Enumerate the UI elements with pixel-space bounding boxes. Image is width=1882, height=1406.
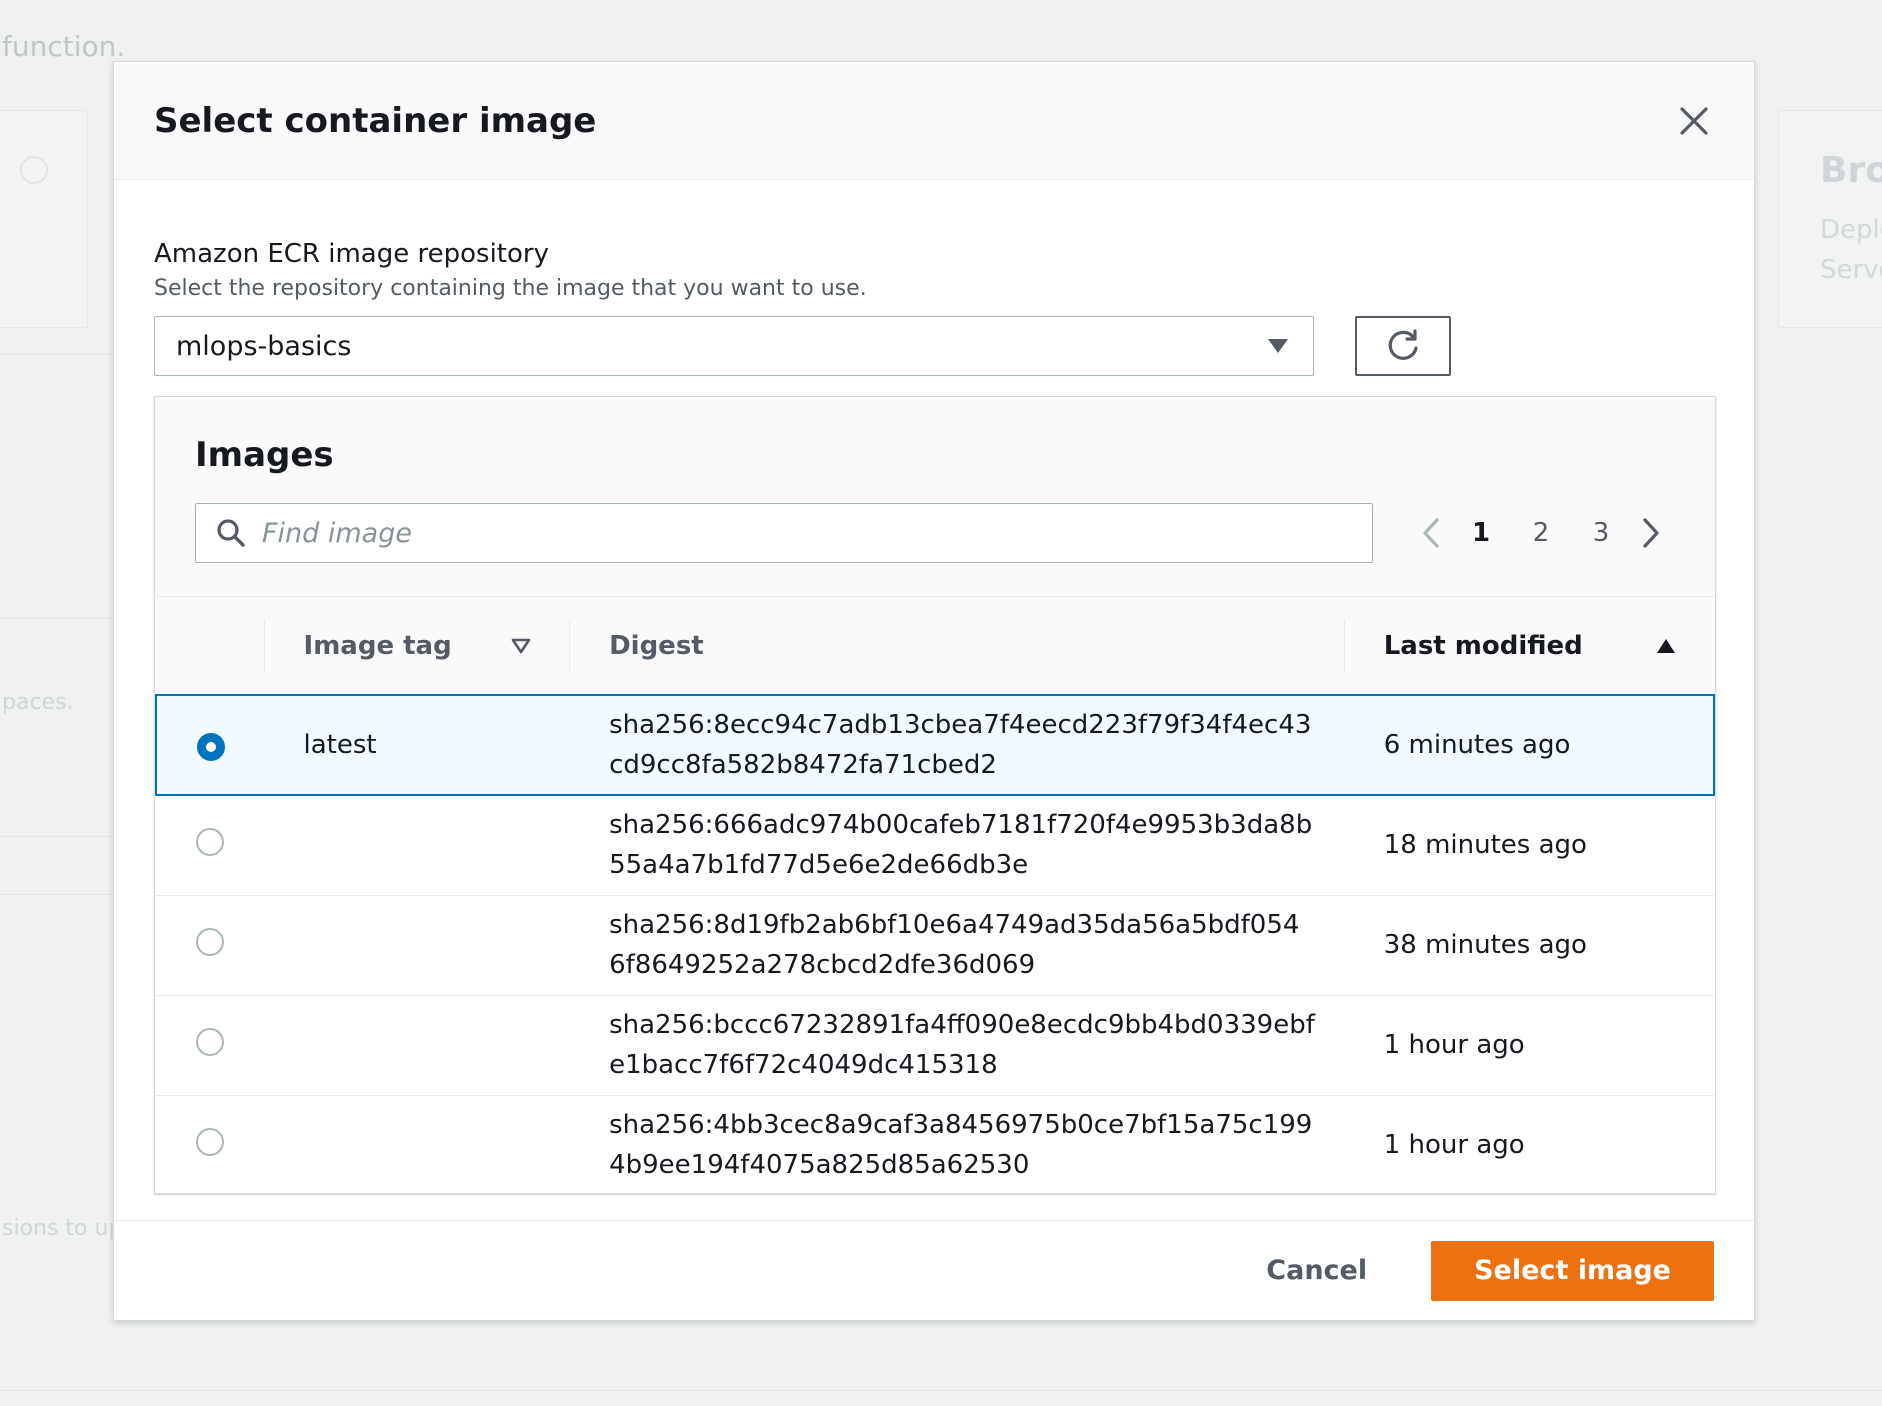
digest-header-label: Digest (609, 630, 704, 661)
background-radio (20, 156, 48, 184)
background-divider (0, 354, 113, 355)
last-modified-cell: 6 minutes ago (1343, 694, 1716, 796)
images-table: Image tag Digest Last modified latest sh… (155, 597, 1716, 1195)
background-text: paces. (2, 690, 74, 715)
refresh-button[interactable] (1355, 316, 1451, 376)
row-radio[interactable] (196, 927, 224, 956)
cancel-button[interactable]: Cancel (1266, 1255, 1367, 1286)
digest-line: sha256:8ecc94c7adb13cbea7f4eecd223f79f34… (609, 710, 1312, 740)
background-divider (0, 836, 113, 837)
caret-down-icon (1268, 339, 1288, 353)
find-image-input[interactable] (262, 517, 1362, 549)
close-button[interactable] (1672, 99, 1716, 143)
digest-line: 55a4a7b1fd77d5e6e2de66db3e (609, 850, 1029, 881)
background-card-text: Serve (1820, 255, 1882, 285)
repository-label: Amazon ECR image repository (154, 239, 549, 269)
digest-line: sha256:8d19fb2ab6bf10e6a4749ad35da56a5bd… (609, 910, 1300, 940)
page-3-button[interactable]: 3 (1571, 518, 1631, 548)
select-image-button[interactable]: Select image (1431, 1240, 1714, 1301)
modal-footer: Cancel Select image (114, 1220, 1754, 1320)
image-tag-cell (263, 1094, 570, 1195)
select-column-header (156, 597, 264, 696)
close-icon (1680, 106, 1708, 135)
background-card-text: Deplo (1820, 215, 1882, 245)
digest-line: sha256:bccc67232891fa4ff090e8ecdc9bb4bd0… (609, 1010, 1315, 1040)
image-tag-cell (263, 794, 570, 895)
images-filter-row: 1 2 3 (195, 503, 1675, 563)
digest-cell: sha256:8ecc94c7adb13cbea7f4eecd223f79f34… (569, 694, 1344, 796)
table-row[interactable]: sha256:8d19fb2ab6bf10e6a4749ad35da56a5bd… (156, 894, 1714, 995)
modal-header: Select container image (114, 62, 1754, 180)
image-tag-cell: latest (263, 694, 570, 796)
table-row[interactable]: sha256:4bb3cec8a9caf3a8456975b0ce7bf15a7… (156, 1094, 1714, 1195)
digest-line: 4b9ee194f4075a825d85a62530 (609, 1150, 1030, 1181)
digest-line: e1bacc7f6f72c4049dc415318 (609, 1050, 998, 1080)
image-tag-column-header[interactable]: Image tag (263, 597, 570, 696)
background-divider (0, 618, 113, 619)
repository-description: Select the repository containing the ima… (154, 276, 867, 301)
sort-ascending-icon (1657, 638, 1675, 653)
background-card-title: Brov (1820, 150, 1882, 191)
images-panel: Images Find image 1 2 3 Image tag Digest… (154, 396, 1716, 1195)
page-1-button[interactable]: 1 (1451, 518, 1511, 548)
row-radio[interactable] (196, 1027, 224, 1056)
last-modified-cell: 38 minutes ago (1343, 894, 1714, 995)
select-container-image-modal: Select container image Amazon ECR image … (113, 61, 1755, 1321)
table-row[interactable]: latest sha256:8ecc94c7adb13cbea7f4eecd22… (155, 694, 1716, 796)
digest-cell: sha256:bccc67232891fa4ff090e8ecdc9bb4bd0… (569, 994, 1344, 1095)
chevron-left-icon (1423, 518, 1439, 548)
digest-cell: sha256:8d19fb2ab6bf10e6a4749ad35da56a5bd… (569, 894, 1344, 995)
next-page-button[interactable] (1631, 513, 1671, 553)
row-radio[interactable] (197, 733, 225, 761)
background-divider (0, 1390, 1882, 1391)
last-modified-cell: 1 hour ago (1343, 1094, 1714, 1195)
last-modified-cell: 1 hour ago (1343, 994, 1714, 1095)
sort-descending-icon (511, 638, 531, 653)
search-icon (217, 519, 245, 547)
repository-select-value: mlops-basics (176, 330, 352, 362)
column-separator (569, 619, 571, 672)
background-text: sions to up (2, 1216, 123, 1241)
page-2-button[interactable]: 2 (1511, 518, 1571, 548)
last-modified-header-label: Last modified (1383, 630, 1583, 661)
table-row[interactable]: sha256:bccc67232891fa4ff090e8ecdc9bb4bd0… (156, 994, 1714, 1095)
modal-title: Select container image (154, 100, 597, 141)
column-separator (263, 619, 265, 672)
table-row[interactable]: sha256:666adc974b00cafeb7181f720f4e9953b… (156, 794, 1714, 895)
background-card (0, 110, 88, 328)
digest-line: sha256:4bb3cec8a9caf3a8456975b0ce7bf15a7… (609, 1110, 1313, 1141)
last-modified-column-header[interactable]: Last modified (1343, 597, 1714, 696)
images-header: Images Find image 1 2 3 (155, 397, 1715, 597)
pagination: 1 2 3 (1411, 513, 1671, 553)
row-radio[interactable] (196, 827, 224, 856)
digest-cell: sha256:666adc974b00cafeb7181f720f4e9953b… (569, 794, 1344, 895)
repository-row: mlops-basics (154, 316, 1714, 376)
find-image-field[interactable] (195, 503, 1373, 563)
modal-body: Amazon ECR image repository Select the r… (114, 180, 1754, 1195)
image-tag-cell (263, 994, 570, 1095)
image-tag-cell (263, 894, 570, 995)
refresh-icon (1388, 329, 1418, 360)
digest-line: 6f8649252a278cbcd2dfe36d069 (609, 950, 1036, 980)
digest-line: cd9cc8fa582b8472fa71cbed2 (609, 750, 997, 780)
column-separator (1343, 619, 1345, 672)
background-divider (0, 894, 113, 895)
last-modified-cell: 18 minutes ago (1343, 794, 1714, 895)
background-text: function. (2, 30, 126, 63)
digest-line: sha256:666adc974b00cafeb7181f720f4e9953b… (609, 810, 1313, 841)
image-tag-header-label: Image tag (303, 630, 452, 661)
digest-column-header: Digest (569, 597, 1344, 696)
row-radio[interactable] (196, 1127, 224, 1156)
table-header-row: Image tag Digest Last modified (156, 597, 1714, 696)
chevron-right-icon (1643, 518, 1659, 548)
digest-cell: sha256:4bb3cec8a9caf3a8456975b0ce7bf15a7… (569, 1094, 1344, 1195)
images-title: Images (195, 435, 334, 475)
previous-page-button[interactable] (1411, 513, 1451, 553)
repository-select[interactable]: mlops-basics (154, 316, 1314, 376)
